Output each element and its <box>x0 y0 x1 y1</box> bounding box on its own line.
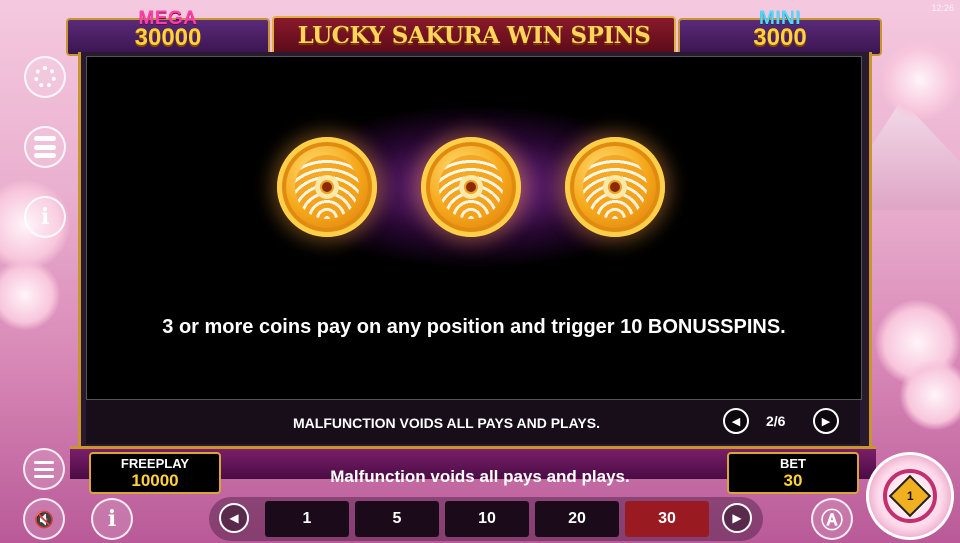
chevron-left-icon: ◀ <box>731 415 741 428</box>
bet-display: BET 30 <box>727 452 859 494</box>
game-title-banner: LUCKY SAKURA WIN SPINS <box>272 16 676 56</box>
bet-option[interactable]: 10 <box>445 501 529 537</box>
paytable-description: 3 or more coins pay on any position and … <box>162 316 786 338</box>
page-indicator: 2/6 <box>766 413 786 429</box>
autoplay-icon: Ⓐ <box>820 508 843 534</box>
paytable-footer: MALFUNCTION VOIDS ALL PAYS AND PLAYS. ◀ … <box>86 400 860 444</box>
info-icon: i <box>107 506 117 532</box>
mini-jackpot: MINI 3000 <box>678 8 882 56</box>
bet-decrease-button[interactable]: ◀ <box>219 503 249 533</box>
freeplay-value: 10000 <box>131 471 179 490</box>
menu-icon <box>34 460 54 478</box>
next-page-button[interactable]: ▶ <box>813 408 839 434</box>
mini-jackpot-value: 3000 <box>753 24 807 51</box>
spin-arrows-icon: 1 <box>883 469 937 523</box>
freeplay-display: FREEPLAY 10000 <box>89 452 221 494</box>
sakura-blossom <box>0 260 60 330</box>
bet-option[interactable]: 1 <box>265 501 349 537</box>
bonus-coin-icon <box>277 137 377 237</box>
menu-button[interactable] <box>23 448 65 490</box>
chevron-right-icon: ▶ <box>732 511 742 525</box>
bet-option-selected[interactable]: 30 <box>625 501 709 537</box>
sakura-blossom <box>880 40 960 120</box>
help-button[interactable]: i <box>91 498 133 540</box>
paytable-info-panel: 3 or more coins pay on any position and … <box>86 56 862 400</box>
game-title: LUCKY SAKURA WIN SPINS <box>297 22 651 49</box>
dice-icon: 1 <box>888 474 932 518</box>
gear-icon <box>34 66 56 88</box>
freeplay-label: FREEPLAY <box>120 456 190 471</box>
chevron-right-icon: ▶ <box>821 415 831 428</box>
malfunction-notice: MALFUNCTION VOIDS ALL PAYS AND PLAYS. <box>293 415 600 431</box>
spin-button[interactable]: 1 <box>866 452 954 540</box>
paytable-button[interactable]: i <box>24 196 66 238</box>
spin-counter: 1 <box>906 489 914 503</box>
bet-label: BET <box>780 456 806 471</box>
chevron-left-icon: ◀ <box>229 511 239 525</box>
coin-value-button[interactable] <box>24 126 66 168</box>
mega-jackpot: MEGA 30000 <box>66 8 270 56</box>
autoplay-button[interactable]: Ⓐ <box>811 498 853 540</box>
bonus-coin-icon <box>421 137 521 237</box>
bet-value: 30 <box>783 471 803 490</box>
bonus-coin-icon <box>565 137 665 237</box>
status-clock: 12:26 <box>931 3 954 13</box>
bet-option[interactable]: 5 <box>355 501 439 537</box>
sound-off-icon: 🔇 <box>34 509 54 529</box>
sound-button[interactable]: 🔇 <box>23 498 65 540</box>
bet-option[interactable]: 20 <box>535 501 619 537</box>
bet-increase-button[interactable]: ▶ <box>722 503 752 533</box>
mega-jackpot-value: 30000 <box>134 24 202 51</box>
coin-stack-icon <box>34 136 56 158</box>
info-icon: i <box>40 204 50 230</box>
previous-page-button[interactable]: ◀ <box>723 408 749 434</box>
sakura-blossom <box>900 360 960 430</box>
settings-button[interactable] <box>24 56 66 98</box>
